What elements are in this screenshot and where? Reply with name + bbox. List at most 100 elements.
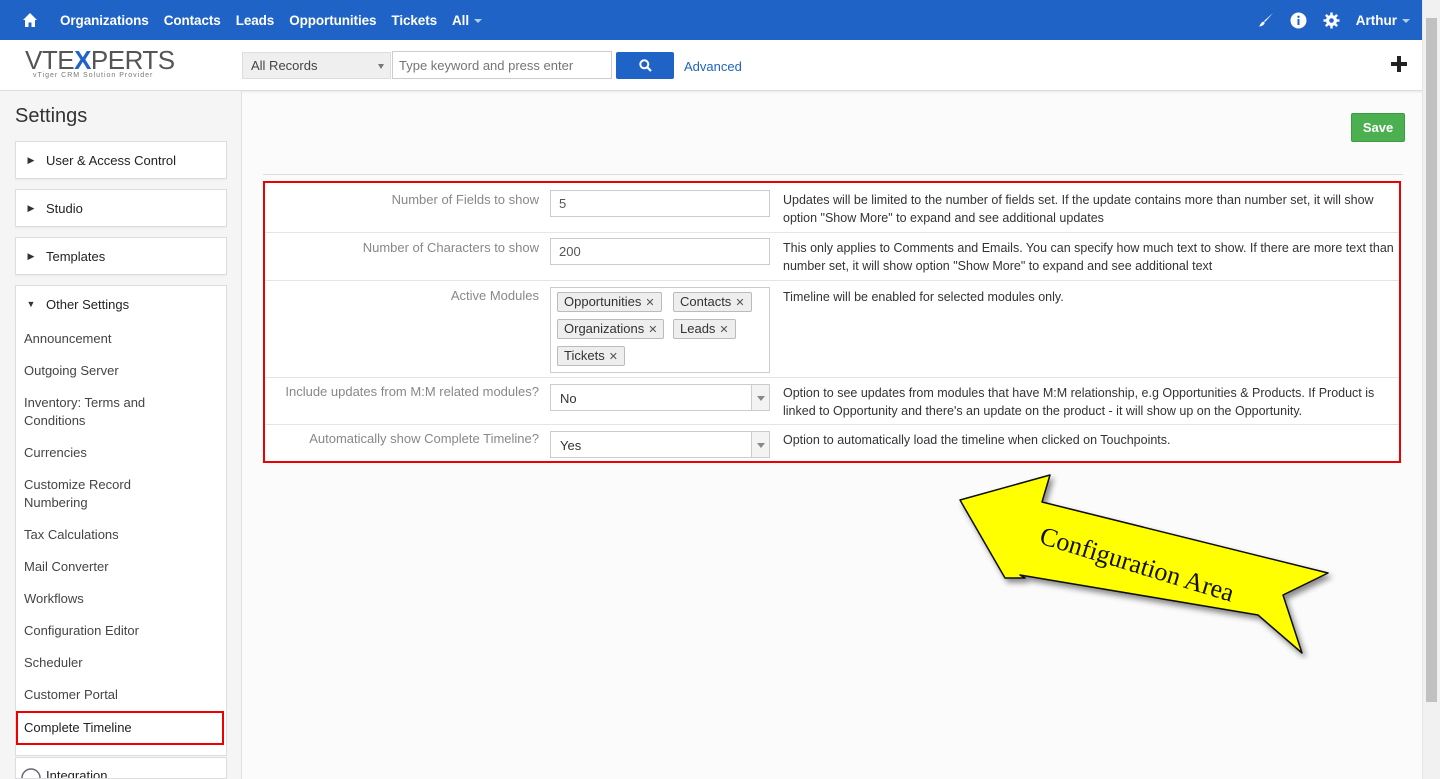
sidebar-item-scheduler[interactable]: Scheduler xyxy=(24,654,214,672)
logo-x: X xyxy=(74,45,91,75)
nav-organizations[interactable]: Organizations xyxy=(60,13,149,28)
sidebar-item-customer-portal[interactable]: Customer Portal xyxy=(24,686,214,704)
field-label: Active Modules xyxy=(450,288,539,303)
plus-icon[interactable] xyxy=(1390,55,1408,76)
search-input[interactable] xyxy=(392,51,612,79)
scrollbar-thumb[interactable] xyxy=(1426,18,1437,702)
module-chip: Leads ✕ xyxy=(673,319,736,339)
chip-label: Leads xyxy=(680,321,716,336)
module-chip: Organizations ✕ xyxy=(557,319,665,339)
accordion-integration[interactable]: Integration xyxy=(15,757,227,779)
chevron-down-icon xyxy=(378,64,384,69)
user-menu[interactable]: Arthur xyxy=(1356,13,1410,28)
settings-title: Settings xyxy=(15,105,88,127)
logo-text: VTE xyxy=(25,45,75,75)
records-filter-value: All Records xyxy=(251,58,318,73)
accordion-label: Other Settings xyxy=(46,296,130,312)
chevron-down-icon xyxy=(473,18,482,23)
main-content: Save Number of Fields to show Updates wi… xyxy=(243,91,1422,779)
select-value: Yes xyxy=(560,438,582,453)
config-row-mm-updates: Include updates from M:M related modules… xyxy=(265,378,1399,425)
config-row-active-modules: Active Modules Opportunities ✕ Contacts ✕ … xyxy=(265,281,1399,378)
chip-label: Organizations xyxy=(564,321,645,336)
field-description: This only applies to Comments and Emails… xyxy=(783,241,1394,273)
sidebar-item-inventory-terms[interactable]: Inventory: Terms and Conditions xyxy=(24,394,174,430)
characters-to-show-input[interactable] xyxy=(550,238,770,265)
sidebar-item-workflows[interactable]: Workflows xyxy=(24,590,214,608)
chip-label: Opportunities xyxy=(564,294,642,309)
chip-label: Tickets xyxy=(564,348,605,363)
top-navbar: Organizations Contacts Leads Opportuniti… xyxy=(0,0,1440,40)
accordion-other-settings[interactable]: ▼ Other Settings xyxy=(15,285,227,323)
field-label: Number of Fields to show xyxy=(391,192,539,207)
caret-down-icon: ▼ xyxy=(26,299,36,309)
header-bar: VTEXPERTS vTiger CRM Solution Provider A… xyxy=(0,40,1422,91)
caret-right-icon: ▶ xyxy=(27,250,35,261)
accordion-label: User & Access Control xyxy=(46,152,177,168)
mm-updates-select[interactable]: No xyxy=(550,384,770,411)
chip-label: Contacts xyxy=(680,294,732,309)
accordion-label: Integration xyxy=(46,768,108,779)
config-row-auto-show: Automatically show Complete Timeline? Ye… xyxy=(265,425,1399,461)
module-chip: Contacts ✕ xyxy=(673,292,752,312)
sidebar-item-complete-timeline[interactable]: Complete Timeline xyxy=(16,711,224,745)
module-chip: Tickets ✕ xyxy=(557,346,625,366)
search-button[interactable] xyxy=(616,52,674,79)
chevron-down-icon xyxy=(1402,18,1410,23)
chevron-down-icon xyxy=(751,385,769,410)
module-chip: Opportunities ✕ xyxy=(557,292,662,312)
field-label: Number of Characters to show xyxy=(362,240,539,255)
sidebar-item-configuration-editor[interactable]: Configuration Editor xyxy=(24,622,214,640)
accordion-user-access-control[interactable]: ▶ User & Access Control xyxy=(15,141,227,179)
save-button[interactable]: Save xyxy=(1351,113,1405,142)
accordion-label: Studio xyxy=(46,200,83,216)
remove-icon[interactable]: ✕ xyxy=(645,297,654,309)
field-description: Updates will be limited to the number of… xyxy=(783,193,1374,225)
advanced-search-link[interactable]: Advanced xyxy=(684,59,742,74)
page-scrollbar[interactable] xyxy=(1422,0,1440,779)
user-name: Arthur xyxy=(1355,12,1397,28)
divider xyxy=(263,174,1403,175)
active-modules-multiselect[interactable]: Opportunities ✕ Contacts ✕ Organizations ✕ … xyxy=(550,287,770,373)
select-value: No xyxy=(560,391,577,406)
configuration-area: Number of Fields to show Updates will be… xyxy=(263,181,1401,463)
fields-to-show-input[interactable] xyxy=(550,190,770,217)
gear-icon[interactable] xyxy=(1323,12,1340,29)
auto-show-timeline-select[interactable]: Yes xyxy=(550,431,770,458)
accordion-label: Templates xyxy=(46,248,106,264)
field-description: Option to automatically load the timelin… xyxy=(783,433,1171,447)
chevron-down-icon xyxy=(751,432,769,457)
accordion-templates[interactable]: ▶ Templates xyxy=(15,237,227,275)
caret-right-icon: ▶ xyxy=(27,154,35,165)
brush-icon[interactable] xyxy=(1258,12,1274,28)
field-description: Timeline will be enabled for selected mo… xyxy=(783,290,1064,304)
field-label: Automatically show Complete Timeline? xyxy=(309,431,539,446)
sidebar-item-tax-calculations[interactable]: Tax Calculations xyxy=(24,526,214,544)
sidebar-item-mail-converter[interactable]: Mail Converter xyxy=(24,558,214,576)
nav-all-label: All xyxy=(452,12,469,28)
info-icon[interactable] xyxy=(1290,12,1307,29)
sidebar-item-announcement[interactable]: Announcement xyxy=(24,330,214,348)
sidebar-item-outgoing-server[interactable]: Outgoing Server xyxy=(24,362,214,380)
field-description: Option to see updates from modules that … xyxy=(783,386,1375,418)
remove-icon[interactable]: ✕ xyxy=(648,324,657,336)
remove-icon[interactable]: ✕ xyxy=(609,351,618,363)
records-filter-select[interactable]: All Records xyxy=(242,52,391,79)
config-row-characters: Number of Characters to show This only a… xyxy=(265,233,1399,281)
nav-leads[interactable]: Leads xyxy=(236,13,275,28)
nav-all[interactable]: All xyxy=(452,13,482,28)
vtexperts-logo[interactable]: VTEXPERTS vTiger CRM Solution Provider xyxy=(25,46,185,86)
sidebar-item-customize-record-numbering[interactable]: Customize Record Numbering xyxy=(24,476,164,512)
config-row-fields: Number of Fields to show Updates will be… xyxy=(265,183,1399,233)
logo-text-2: PERTS xyxy=(90,45,175,75)
nav-opportunities[interactable]: Opportunities xyxy=(289,13,376,28)
home-icon[interactable] xyxy=(10,0,50,40)
remove-icon[interactable]: ✕ xyxy=(719,324,728,336)
field-label: Include updates from M:M related modules… xyxy=(285,384,539,399)
sidebar-item-currencies[interactable]: Currencies xyxy=(24,444,214,462)
nav-contacts[interactable]: Contacts xyxy=(164,13,221,28)
integration-icon xyxy=(16,766,46,778)
nav-tickets[interactable]: Tickets xyxy=(391,13,437,28)
accordion-studio[interactable]: ▶ Studio xyxy=(15,189,227,227)
remove-icon[interactable]: ✕ xyxy=(735,297,744,309)
